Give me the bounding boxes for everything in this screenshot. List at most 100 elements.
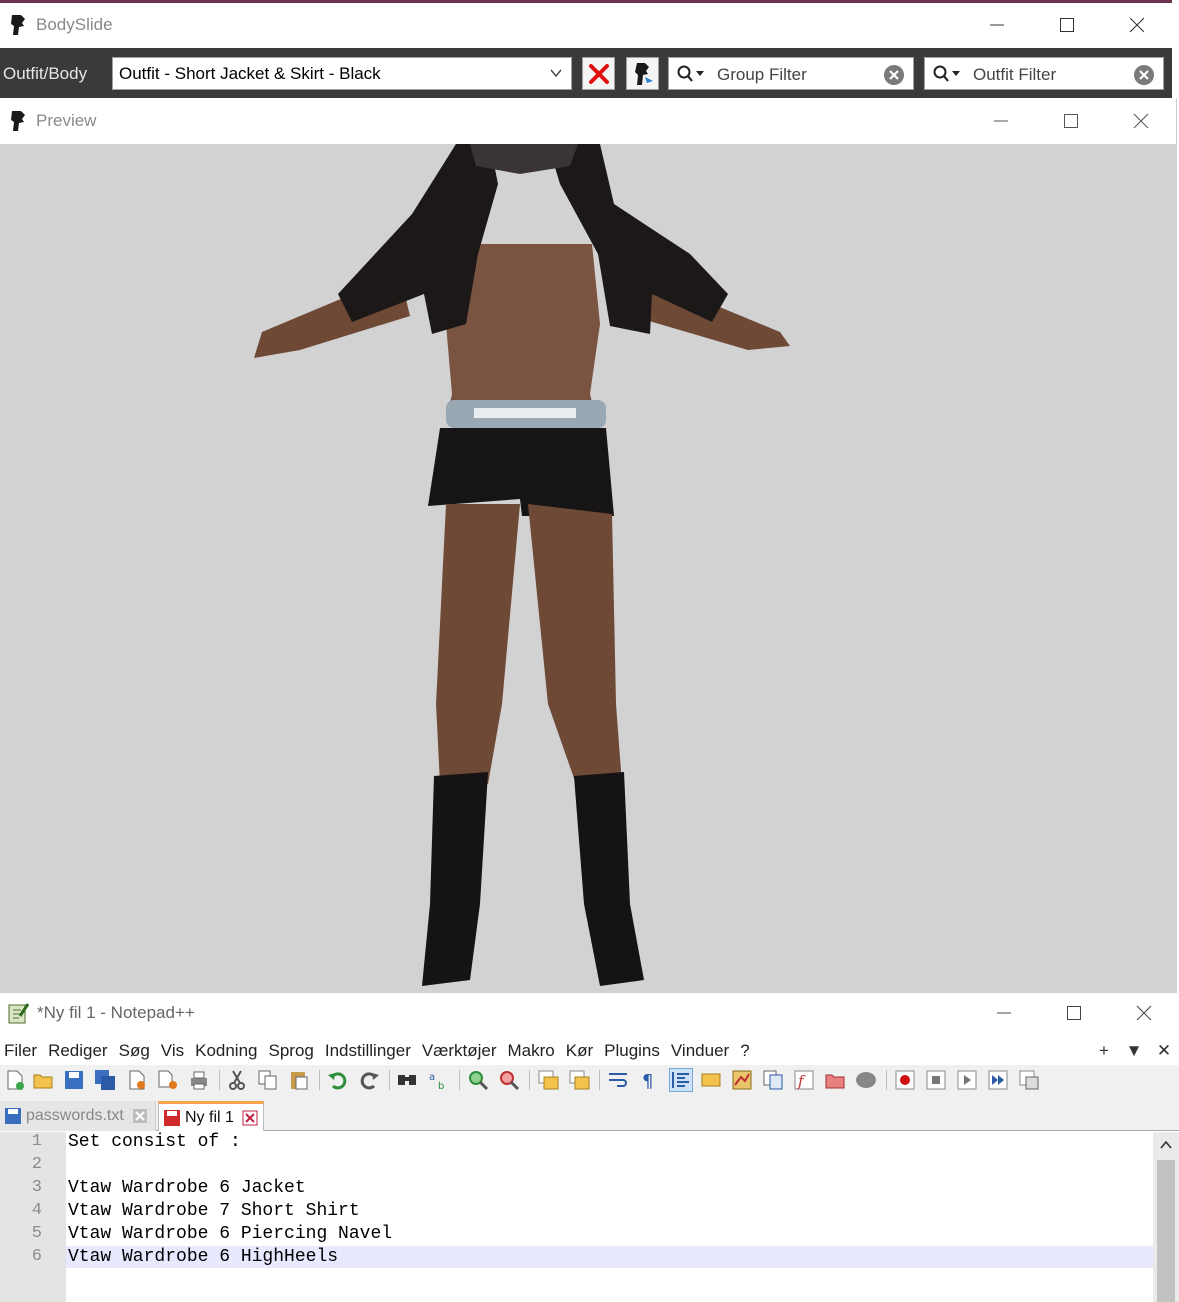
close-document-button[interactable]: ✕ — [1149, 1041, 1179, 1061]
toolbar-separator — [599, 1070, 600, 1090]
monitoring-icon[interactable] — [855, 1069, 877, 1091]
menu-makro[interactable]: Makro — [504, 1041, 562, 1061]
editor-line[interactable]: Vtaw Wardrobe 6 HighHeels — [68, 1247, 338, 1267]
show-all-characters-icon[interactable]: ¶ — [638, 1069, 660, 1091]
line-number-gutter: 1 2 3 4 5 6 — [0, 1132, 66, 1302]
menu-indstillinger[interactable]: Indstillinger — [321, 1041, 418, 1061]
vertical-scrollbar[interactable] — [1153, 1132, 1179, 1302]
open-file-icon[interactable] — [32, 1069, 54, 1091]
menu-plugins[interactable]: Plugins — [600, 1041, 667, 1061]
3d-preview-viewport[interactable] — [0, 144, 1177, 993]
minimize-button[interactable] — [969, 993, 1039, 1033]
outfit-filter-placeholder: Outfit Filter — [973, 65, 1057, 84]
cut-icon[interactable] — [226, 1069, 248, 1091]
chevron-up-icon[interactable] — [1159, 1138, 1173, 1152]
menu-vinduer[interactable]: Vinduer — [667, 1041, 736, 1061]
text-editor[interactable]: 1 2 3 4 5 6 Set consist of : Vtaw Wardro… — [0, 1132, 1179, 1302]
redo-icon[interactable] — [358, 1069, 380, 1091]
paste-icon[interactable] — [288, 1069, 310, 1091]
notepad-window-title: *Ny fil 1 - Notepad++ — [37, 1003, 195, 1022]
minimize-button[interactable] — [962, 3, 1032, 47]
folder-workspace-icon[interactable] — [824, 1069, 846, 1091]
line-number: 1 — [31, 1132, 42, 1151]
menu-vis[interactable]: Vis — [157, 1041, 191, 1061]
menu-help[interactable]: ? — [736, 1041, 756, 1061]
editor-line[interactable]: Vtaw Wardrobe 7 Short Shirt — [68, 1201, 360, 1221]
tab-passwords-txt[interactable]: passwords.txt — [0, 1101, 156, 1131]
menu-kodning[interactable]: Kodning — [191, 1041, 264, 1061]
zoom-out-icon[interactable] — [498, 1069, 520, 1091]
toolbar-separator — [886, 1070, 887, 1090]
new-tab-button[interactable]: + — [1089, 1041, 1119, 1061]
maximize-button[interactable] — [1039, 993, 1109, 1033]
menu-sprog[interactable]: Sprog — [265, 1041, 321, 1061]
close-button[interactable] — [1102, 3, 1172, 47]
new-file-icon[interactable] — [4, 1069, 26, 1091]
print-icon[interactable] — [188, 1069, 210, 1091]
save-icon[interactable] — [63, 1069, 85, 1091]
batch-build-button[interactable] — [626, 57, 659, 90]
outfit-filter-input[interactable]: Outfit Filter — [924, 57, 1164, 90]
close-button[interactable] — [1109, 993, 1179, 1033]
sync-horizontal-icon[interactable] — [568, 1069, 590, 1091]
scrollbar-thumb[interactable] — [1157, 1160, 1175, 1302]
editor-line[interactable]: Vtaw Wardrobe 6 Jacket — [68, 1178, 306, 1198]
find-icon[interactable] — [396, 1069, 418, 1091]
tab-ny-fil-1[interactable]: Ny fil 1 — [158, 1101, 264, 1131]
define-language-icon[interactable] — [700, 1069, 722, 1091]
editor-line[interactable]: Vtaw Wardrobe 6 Piercing Navel — [68, 1224, 392, 1244]
record-macro-icon[interactable] — [894, 1069, 916, 1091]
maximize-button[interactable] — [1036, 98, 1106, 144]
close-file-icon[interactable] — [126, 1069, 148, 1091]
toolbar-separator — [459, 1070, 460, 1090]
outfit-body-label: Outfit/Body — [3, 64, 88, 83]
clear-icon[interactable] — [1133, 64, 1155, 86]
delete-outfit-button[interactable] — [582, 57, 615, 90]
tab-close-icon[interactable] — [242, 1110, 258, 1126]
minimize-button[interactable] — [966, 98, 1036, 144]
word-wrap-icon[interactable] — [607, 1069, 629, 1091]
close-button[interactable] — [1106, 98, 1176, 144]
toolbar-separator — [529, 1070, 530, 1090]
replace-icon[interactable]: ab — [428, 1069, 450, 1091]
menu-vaerktojer[interactable]: Værktøjer — [418, 1041, 504, 1061]
line-number: 6 — [31, 1247, 42, 1266]
menu-rediger[interactable]: Rediger — [44, 1041, 115, 1061]
close-icon — [1136, 1005, 1152, 1021]
chevron-down-icon — [550, 69, 562, 78]
tab-close-icon[interactable] — [132, 1108, 148, 1124]
save-all-icon[interactable] — [94, 1069, 116, 1091]
bodyslide-window-title: BodySlide — [36, 15, 113, 34]
bodyslide-toolbar: Outfit/Body Outfit - Short Jacket & Skir… — [0, 48, 1172, 101]
group-filter-input[interactable]: Group Filter — [668, 57, 914, 90]
run-macro-multiple-icon[interactable] — [987, 1069, 1009, 1091]
search-icon — [933, 65, 960, 82]
minimize-icon — [990, 24, 1004, 26]
play-macro-icon[interactable] — [956, 1069, 978, 1091]
doc-map-icon[interactable] — [731, 1069, 753, 1091]
tab-list-button[interactable]: ▼ — [1119, 1041, 1149, 1061]
indent-guide-icon[interactable] — [669, 1068, 693, 1092]
function-list-icon[interactable]: f — [793, 1069, 815, 1091]
stop-macro-icon[interactable] — [925, 1069, 947, 1091]
menu-filer[interactable]: Filer — [0, 1041, 44, 1061]
svg-text:b: b — [438, 1081, 444, 1091]
doc-list-icon[interactable] — [762, 1069, 784, 1091]
bodyslide-window-controls — [962, 3, 1172, 47]
menu-sog[interactable]: Søg — [115, 1041, 157, 1061]
zoom-in-icon[interactable] — [467, 1069, 489, 1091]
red-x-icon — [588, 63, 609, 84]
unsaved-file-icon — [164, 1109, 180, 1126]
outfit-dropdown[interactable]: Outfit - Short Jacket & Skirt - Black — [112, 57, 572, 90]
undo-icon[interactable] — [327, 1069, 349, 1091]
editor-line[interactable]: Set consist of : — [68, 1132, 241, 1152]
save-macro-icon[interactable] — [1018, 1069, 1040, 1091]
maximize-button[interactable] — [1032, 3, 1102, 47]
close-icon — [1129, 17, 1145, 33]
sync-vertical-icon[interactable] — [537, 1069, 559, 1091]
clear-icon[interactable] — [883, 64, 905, 86]
menu-kor[interactable]: Kør — [562, 1041, 600, 1061]
svg-text:¶: ¶ — [642, 1071, 653, 1091]
close-all-icon[interactable] — [157, 1069, 179, 1091]
copy-icon[interactable] — [257, 1069, 279, 1091]
